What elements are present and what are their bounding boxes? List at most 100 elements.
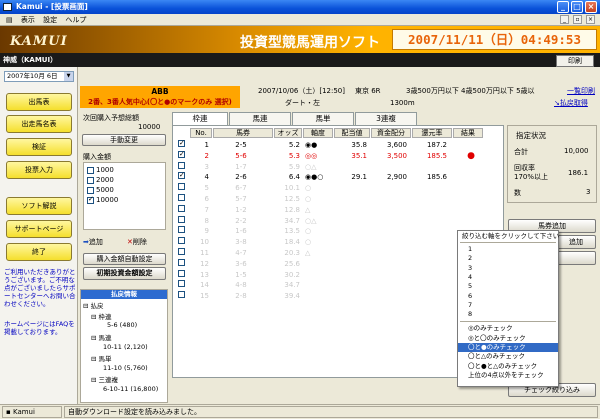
initial-investment-button[interactable]: 初期投資金額設定 bbox=[83, 267, 166, 280]
table-row[interactable]: 14 4-8 34.7 bbox=[173, 280, 503, 290]
row-checkbox[interactable] bbox=[178, 194, 185, 201]
race-venue: 東京 6R bbox=[355, 87, 381, 95]
table-row[interactable]: 12 3-6 25.6 bbox=[173, 258, 503, 269]
chevron-down-icon[interactable]: ▼ bbox=[64, 72, 73, 81]
menu-settings[interactable]: 設定 bbox=[40, 14, 60, 26]
row-checkbox[interactable] bbox=[178, 237, 185, 245]
status-message: 自動ダウンロード設定を読み込みました。 bbox=[64, 406, 598, 418]
mdi-close-button[interactable]: × bbox=[586, 15, 595, 24]
exit-button[interactable]: 終了 bbox=[6, 243, 72, 261]
menu-item-number[interactable]: 5 bbox=[458, 282, 558, 291]
row-checkbox[interactable] bbox=[178, 248, 185, 255]
table-row[interactable]: 6 5-7 12.5 ○ bbox=[173, 194, 503, 204]
vote-input-button[interactable]: 投票入力 bbox=[6, 161, 72, 179]
row-checkbox[interactable] bbox=[178, 291, 185, 299]
row-checkbox[interactable] bbox=[178, 183, 185, 191]
cell-no: 9 bbox=[204, 227, 209, 236]
minimize-button[interactable]: _ bbox=[557, 1, 569, 13]
table-row[interactable]: 10 3-8 18.4 ○ bbox=[173, 237, 503, 247]
cell-no: 7 bbox=[204, 205, 209, 214]
delete-amount-button[interactable]: ✕削除 bbox=[127, 237, 165, 249]
race-card-button[interactable]: 出馬表 bbox=[6, 93, 72, 111]
menu-item-number[interactable]: 2 bbox=[458, 254, 558, 263]
table-row[interactable]: 7 1-2 12.8 △ bbox=[173, 204, 503, 215]
header-banner: KAMUI 投資型競馬運用ソフト 2007/11/11（日）04:49:53 bbox=[0, 26, 600, 53]
row-checkbox[interactable] bbox=[178, 280, 185, 288]
table-row[interactable]: 5 6-7 10.1 ○ bbox=[173, 183, 503, 193]
table-row[interactable]: 2 5-6 5.3 ◎◎ 35.1 3,500 185.5 ● bbox=[173, 149, 503, 161]
row-checkbox[interactable] bbox=[178, 226, 185, 234]
row-checkbox[interactable] bbox=[178, 258, 185, 266]
table-row[interactable]: 1 2-5 5.2 ◉● 35.8 3,600 187.2 bbox=[173, 138, 503, 150]
menu-help[interactable]: ヘルプ bbox=[62, 14, 89, 26]
menu-item-number[interactable]: 4 bbox=[458, 273, 558, 282]
refund-fetch-link[interactable]: ↘払戻取得 bbox=[554, 98, 588, 108]
list-print-link[interactable]: 一覧印刷 bbox=[567, 86, 595, 96]
mdi-restore-button[interactable]: ▫ bbox=[573, 15, 582, 24]
close-button[interactable]: × bbox=[585, 1, 597, 13]
purchase-option[interactable]: 1000 bbox=[87, 166, 114, 174]
row-checkbox[interactable] bbox=[178, 215, 185, 223]
cell-odds: 12.8 bbox=[284, 205, 300, 214]
refund-type: ⊟ 馬連 bbox=[91, 334, 112, 342]
menu-item-mark-filter[interactable]: ◎のみチェック bbox=[458, 324, 558, 333]
checkbox-1000[interactable] bbox=[87, 166, 94, 174]
checkbox-10000[interactable] bbox=[87, 195, 94, 204]
cell-return-rate: 185.6 bbox=[426, 173, 447, 182]
menu-item-number[interactable]: 8 bbox=[458, 310, 558, 319]
support-page-button[interactable]: サポートページ bbox=[6, 220, 72, 238]
menu-item-mark-filter[interactable]: ◎と〇のみチェック bbox=[458, 334, 558, 343]
table-row[interactable]: 15 2-8 39.4 bbox=[173, 291, 503, 301]
maximize-button[interactable]: □ bbox=[571, 1, 583, 13]
refund-value: 11-10 (5,760) bbox=[103, 364, 148, 372]
menu-item-mark-filter[interactable]: 〇と●のみチェック bbox=[458, 343, 558, 352]
purchase-option[interactable]: 10000 bbox=[87, 195, 118, 204]
table-row[interactable]: 3 1-7 5.9 ○△ bbox=[173, 161, 503, 172]
date-select[interactable]: 2007年10月 6日 ▼ bbox=[4, 71, 74, 82]
cell-return-rate: 185.5 bbox=[426, 151, 447, 160]
auto-set-amount-button[interactable]: 購入金額自動設定 bbox=[83, 253, 166, 265]
tab-wakuren[interactable]: 枠連 bbox=[172, 112, 228, 126]
refund-fetch-link-label: 払戻取得 bbox=[559, 99, 588, 107]
purchase-option[interactable]: 5000 bbox=[87, 186, 114, 194]
purchase-option[interactable]: 2000 bbox=[87, 176, 114, 184]
table-row[interactable]: 13 1-5 30.2 bbox=[173, 269, 503, 280]
menu-item-number[interactable]: 7 bbox=[458, 301, 558, 310]
table-row[interactable]: 8 2-2 34.7 ○△ bbox=[173, 215, 503, 226]
checkbox-2000[interactable] bbox=[87, 176, 94, 184]
runner-list-button[interactable]: 出走馬名表 bbox=[6, 115, 72, 133]
table-row[interactable]: 9 1-6 13.5 ○ bbox=[173, 226, 503, 236]
print-button[interactable]: 印刷 bbox=[556, 55, 594, 67]
verify-button[interactable]: 検証 bbox=[6, 138, 72, 156]
tab-umaren[interactable]: 馬連 bbox=[229, 112, 291, 125]
mdi-minimize-button[interactable]: _ bbox=[560, 15, 569, 24]
software-guide-button[interactable]: ソフト解説 bbox=[6, 197, 72, 215]
tab-sanrenpuku[interactable]: 3連複 bbox=[355, 112, 417, 125]
table-row[interactable]: 4 2-6 6.4 ◉●○ 29.1 2,900 185.6 bbox=[173, 170, 503, 182]
col-header-payout: 配当値 bbox=[334, 128, 370, 138]
menu-item-mark-filter[interactable]: 〇と●と△のみチェック bbox=[458, 362, 558, 371]
menu-item-number[interactable]: 1 bbox=[458, 245, 558, 254]
cell-axis: △ bbox=[305, 205, 311, 214]
row-checkbox[interactable] bbox=[178, 161, 185, 169]
menu-item-number[interactable]: 3 bbox=[458, 264, 558, 273]
cell-allocation: 3,600 bbox=[386, 141, 407, 149]
cell-odds: 12.5 bbox=[284, 195, 300, 203]
row-checkbox[interactable] bbox=[178, 269, 185, 277]
add-amount-button[interactable]: ➡追加 bbox=[83, 237, 123, 249]
menu-item-mark-filter[interactable]: 上位の4点以外をチェック bbox=[458, 371, 558, 380]
menu-item-number[interactable]: 6 bbox=[458, 292, 558, 301]
tab-umatan[interactable]: 馬単 bbox=[292, 112, 354, 125]
refund-value: 10-11 (2,120) bbox=[103, 343, 148, 351]
row-checkbox[interactable] bbox=[178, 149, 185, 159]
row-checkbox[interactable] bbox=[178, 204, 185, 212]
title-bar[interactable]: Kamui - [投票画面] _ □ × bbox=[0, 0, 600, 14]
row-checkbox[interactable] bbox=[178, 138, 185, 148]
table-row[interactable]: 11 4-7 20.3 △ bbox=[173, 248, 503, 258]
menu-item-mark-filter[interactable]: 〇と△のみチェック bbox=[458, 352, 558, 361]
cell-ticket: 1-5 bbox=[235, 270, 247, 279]
menu-view[interactable]: 表示 bbox=[18, 14, 38, 26]
manual-change-button[interactable]: 手動変更 bbox=[82, 134, 166, 146]
row-checkbox[interactable] bbox=[178, 170, 185, 180]
checkbox-5000[interactable] bbox=[87, 186, 94, 194]
